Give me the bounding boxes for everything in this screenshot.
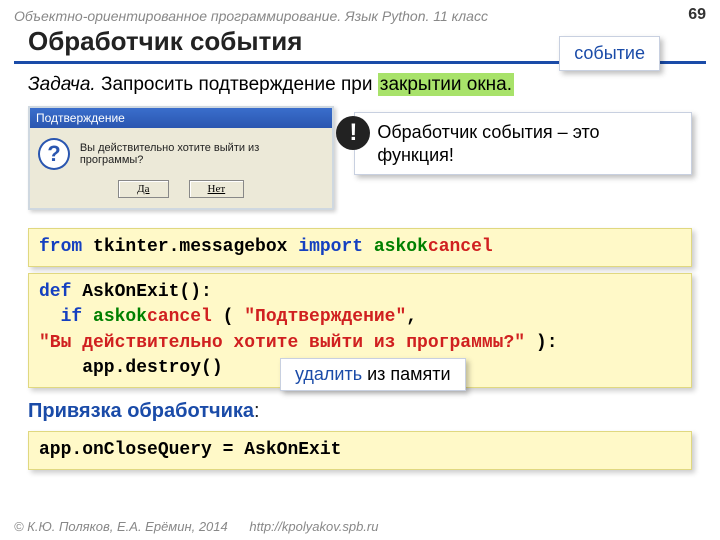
confirm-dialog: Подтверждение ? Вы действительно хотите … (28, 106, 334, 210)
header-strip: Объектно-ориентированное программировани… (0, 0, 720, 26)
code-bind: app.onCloseQuery = AskOnExit (28, 431, 692, 470)
dialog-buttons: Да Нет (30, 174, 332, 208)
note-box: ! Обработчик события – это функция! (354, 112, 692, 175)
delete-callout: удалить из памяти (280, 358, 466, 391)
footer-link[interactable]: http://kpolyakov.spb.ru (249, 519, 378, 534)
dialog-area: Подтверждение ? Вы действительно хотите … (0, 106, 720, 222)
task-prefix: Задача. (28, 74, 96, 95)
task-highlight: закрытии окна. (378, 73, 514, 96)
no-button[interactable]: Нет (189, 180, 245, 198)
dialog-text: Вы действительно хотите выйти из програм… (80, 138, 325, 166)
footer-copyright: © К.Ю. Поляков, Е.А. Ерёмин, 2014 (14, 519, 228, 534)
dialog-body: ? Вы действительно хотите выйти из прогр… (30, 128, 332, 174)
question-icon: ? (38, 138, 70, 170)
page-number: 69 (688, 6, 706, 24)
task-body: Запросить подтверждение при (96, 74, 378, 95)
yes-button[interactable]: Да (118, 180, 168, 198)
task-text: Задача. Запросить подтверждение при закр… (0, 74, 720, 106)
event-callout: событие (559, 36, 660, 71)
note-text: Обработчик события – это функция! (354, 112, 692, 175)
footer: © К.Ю. Поляков, Е.А. Ерёмин, 2014 http:/… (14, 519, 378, 534)
dialog-titlebar: Подтверждение (30, 108, 332, 128)
code-import: from tkinter.messagebox import askokcanc… (28, 228, 692, 267)
bind-heading: Привязка обработчика: (0, 394, 720, 425)
